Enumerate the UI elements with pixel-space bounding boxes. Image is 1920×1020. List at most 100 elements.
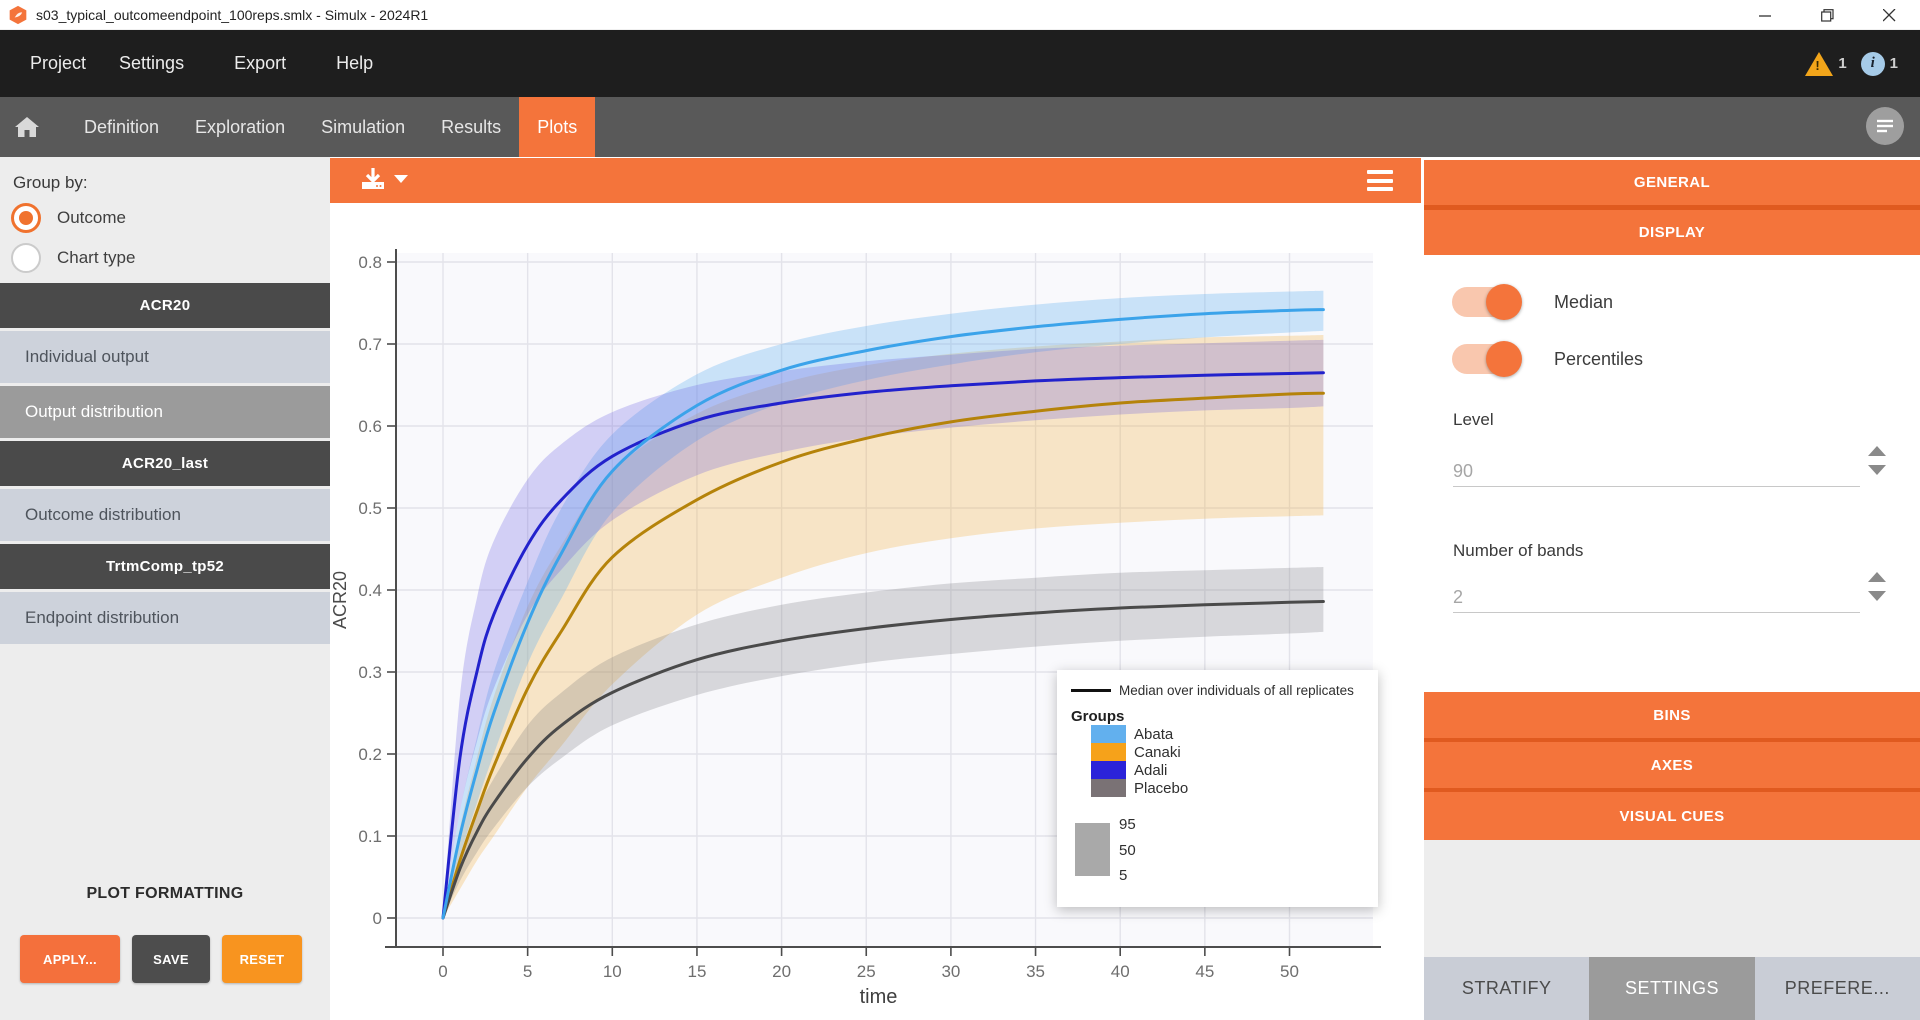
chart-legend: Median over individuals of all replicate… [1057,670,1378,907]
legend-label-placebo: Placebo [1134,780,1188,797]
section-header-bins[interactable]: BINS [1424,692,1920,738]
feedback-bubble-icon[interactable] [1866,107,1904,145]
svg-text:0.1: 0.1 [358,827,382,846]
number-of-bands-input[interactable]: 2 [1453,577,1860,613]
info-badge[interactable]: i 1 [1861,52,1898,76]
svg-text:0: 0 [373,909,382,928]
section-header-visual-cues[interactable]: VISUAL CUES [1424,792,1920,840]
level-spinner [1866,446,1888,475]
median-toggle-label: Median [1554,292,1613,313]
level-input[interactable]: 90 [1453,451,1860,487]
sidebar-plot-endpoint-distribution[interactable]: Endpoint distribution [0,592,330,644]
legend-entry-abata: Abata [1071,725,1366,743]
plots-sidebar: Group by: Outcome Chart type ACR20Individ… [0,157,330,1020]
download-icon [360,166,386,192]
sidebar-plot-output-distribution[interactable]: Output distribution [0,386,330,438]
plot-toolbar [330,158,1421,203]
level-spinner-down[interactable] [1868,465,1886,475]
close-button[interactable] [1858,0,1920,30]
settings-panel: GENERAL DISPLAY Median Percentiles Level… [1424,157,1920,1020]
legend-median-label: Median over individuals of all replicate… [1119,683,1354,698]
sidebar-plot-individual-output[interactable]: Individual output [0,331,330,383]
legend-percentile-95: 95 [1119,817,1136,832]
section-header-display[interactable]: DISPLAY [1424,210,1920,255]
group-by-option-outcome[interactable]: Outcome [11,202,330,233]
legend-percentile-5: 5 [1119,868,1136,883]
level-spinner-up[interactable] [1868,446,1886,456]
apply-button[interactable]: APPLY... [20,935,120,983]
radio-selected-icon[interactable] [11,203,41,233]
svg-text:0.4: 0.4 [358,581,382,600]
sidebar-group-acr20[interactable]: ACR20 [0,283,330,328]
svg-text:45: 45 [1195,962,1214,981]
svg-text:0: 0 [438,962,447,981]
svg-text:0.2: 0.2 [358,745,382,764]
warning-count: 1 [1838,55,1846,72]
svg-text:50: 50 [1280,962,1299,981]
legend-percentile-50: 50 [1119,843,1136,858]
settings-panel-spacer [1424,840,1920,957]
restore-button[interactable] [1796,0,1858,30]
panel-tab-prefere[interactable]: PREFERE... [1755,957,1920,1020]
plot-area: 0510152025303540455000.10.20.30.40.50.60… [330,157,1421,1020]
tab-results[interactable]: Results [423,97,519,157]
chart-container: 0510152025303540455000.10.20.30.40.50.60… [330,203,1421,1020]
menu-item-project[interactable]: Project [30,53,86,74]
svg-text:0.7: 0.7 [358,335,382,354]
legend-label-canaki: Canaki [1134,744,1181,761]
median-toggle[interactable]: Median [1452,287,1613,317]
bands-spinner-down[interactable] [1868,591,1886,601]
section-header-general[interactable]: GENERAL [1424,160,1920,205]
svg-text:25: 25 [857,962,876,981]
legend-swatch-adali [1091,761,1126,779]
save-button[interactable]: SAVE [132,935,210,983]
sidebar-group-trtmcomp_tp52[interactable]: TrtmComp_tp52 [0,544,330,589]
sidebar-plot-outcome-distribution[interactable]: Outcome distribution [0,489,330,541]
export-plot-button[interactable] [360,166,408,192]
svg-text:10: 10 [603,962,622,981]
svg-text:0.3: 0.3 [358,663,382,682]
section-header-axes[interactable]: AXES [1424,742,1920,788]
panel-tab-stratify[interactable]: STRATIFY [1424,957,1589,1020]
tab-simulation[interactable]: Simulation [303,97,423,157]
svg-text:0.6: 0.6 [358,417,382,436]
legend-groups-title: Groups [1071,708,1366,725]
tab-exploration[interactable]: Exploration [177,97,303,157]
percentiles-toggle-label: Percentiles [1554,349,1643,370]
legend-swatch-abata [1091,725,1126,743]
median-toggle-track[interactable] [1452,287,1520,317]
menu-item-settings[interactable]: Settings [119,53,184,74]
group-by-option-chart-type[interactable]: Chart type [11,242,330,273]
radio-unselected-icon[interactable] [11,243,41,273]
level-value: 90 [1453,461,1473,482]
svg-text:35: 35 [1026,962,1045,981]
radio-label: Outcome [57,208,126,228]
export-caret-down-icon [394,175,408,183]
group-by-section: Group by: Outcome Chart type [0,157,330,283]
plot-menu-icon[interactable] [1367,170,1393,191]
bands-spinner-up[interactable] [1868,572,1886,582]
plot-formatting-title: PLOT FORMATTING [0,885,330,903]
legend-entry-adali: Adali [1071,761,1366,779]
svg-text:30: 30 [941,962,960,981]
reset-button[interactable]: RESET [222,935,302,983]
percentiles-toggle[interactable]: Percentiles [1452,344,1643,374]
warning-icon: ! [1805,52,1833,76]
legend-swatch-placebo [1091,779,1126,797]
svg-text:15: 15 [687,962,706,981]
warnings-badge[interactable]: ! 1 [1805,52,1846,76]
minimize-button[interactable] [1734,0,1796,30]
group-by-label: Group by: [13,173,330,193]
home-icon[interactable] [14,115,40,139]
panel-tab-settings[interactable]: SETTINGS [1589,957,1754,1020]
svg-text:40: 40 [1111,962,1130,981]
svg-text:20: 20 [772,962,791,981]
window-title: s03_typical_outcomeendpoint_100reps.smlx… [36,7,428,23]
menu-item-help[interactable]: Help [336,53,373,74]
info-icon: i [1861,52,1885,76]
tab-definition[interactable]: Definition [66,97,177,157]
sidebar-group-acr20_last[interactable]: ACR20_last [0,441,330,486]
menu-item-export[interactable]: Export [234,53,286,74]
percentiles-toggle-track[interactable] [1452,344,1520,374]
tab-plots[interactable]: Plots [519,97,595,157]
